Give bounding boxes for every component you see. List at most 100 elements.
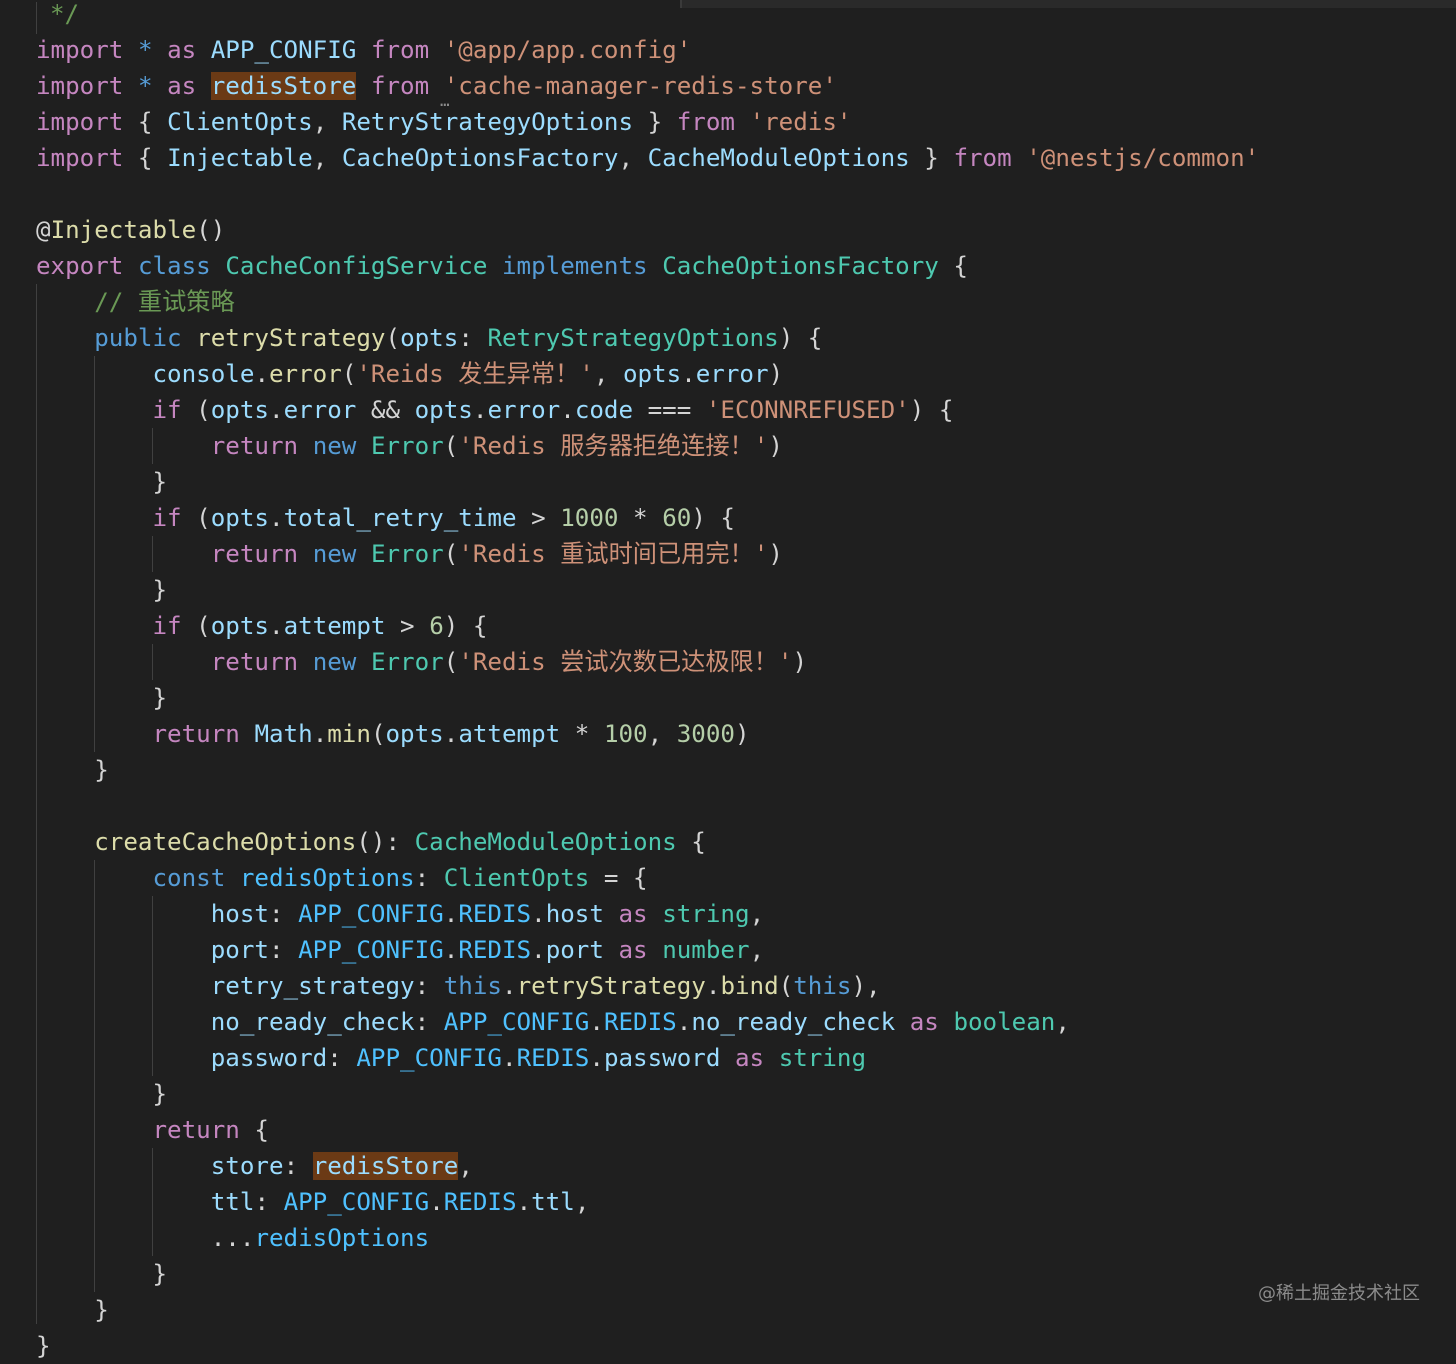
code-token: : [414, 864, 444, 892]
code-token: } [36, 684, 168, 712]
code-token: error [695, 360, 769, 388]
code-token: string [662, 900, 750, 928]
code-token: host [210, 900, 269, 928]
code-token: import [36, 144, 124, 172]
code-token: 'Redis 重试时间已用完！' [458, 540, 769, 568]
code-token: : [414, 1008, 444, 1036]
code-token: opts [210, 612, 269, 640]
code-line: ...redisOptions [36, 1220, 429, 1256]
code-token: ) [792, 648, 808, 676]
code-token: . [472, 396, 488, 424]
code-token: } [633, 108, 677, 136]
code-token: CacheModuleOptions [414, 828, 677, 856]
code-token: error [487, 396, 561, 424]
code-token: store [210, 1152, 284, 1180]
code-token: ( [778, 972, 794, 1000]
code-line: if (opts.total_retry_time > 1000 * 60) { [36, 500, 736, 536]
code-token: RetryStrategyOptions [487, 324, 779, 352]
code-token: . [429, 1188, 444, 1216]
code-token: password [210, 1044, 328, 1072]
code-token: : [458, 324, 488, 352]
code-token: 6 [429, 612, 444, 640]
code-token: retryStrategy [516, 972, 706, 1000]
code-token: CacheConfigService [225, 252, 488, 280]
code-token: { [676, 828, 706, 856]
code-token: , [574, 1188, 590, 1216]
code-token: . [443, 936, 459, 964]
code-token: retry_strategy [210, 972, 415, 1000]
code-token: as [735, 1044, 765, 1072]
code-token: , [749, 900, 765, 928]
code-token: no_ready_check [210, 1008, 415, 1036]
code-token: } [36, 468, 168, 496]
code-token: as [618, 936, 648, 964]
code-token: 'Reids 发生异常！' [356, 360, 594, 388]
code-token: ) [768, 540, 783, 568]
code-token: 'cache-manager-redis-store' [443, 72, 837, 100]
code-token: new [312, 432, 357, 460]
code-line: */ [50, 0, 79, 32]
code-token: * [618, 504, 663, 532]
code-token: error [269, 360, 342, 388]
code-line: } [36, 752, 109, 788]
code-token: ) { [778, 324, 823, 352]
code-token: } [36, 756, 109, 784]
code-token: . [312, 720, 328, 748]
code-token: ) [768, 360, 784, 388]
code-line: return new Error('Redis 重试时间已用完！') [36, 536, 783, 572]
code-line: } [36, 1256, 167, 1292]
code-token: bind [720, 972, 779, 1000]
code-line: public retryStrategy(opts: RetryStrategy… [36, 320, 822, 356]
code-editor[interactable]: … */import * as APP_CONFIG from '@app/ap… [0, 0, 1456, 1360]
code-token: , [312, 108, 342, 136]
code-token: export [36, 252, 124, 280]
code-line: if (opts.attempt > 6) { [36, 608, 488, 644]
code-token: REDIS [443, 1188, 517, 1216]
code-token: . [531, 900, 546, 928]
code-token: . [269, 504, 284, 532]
code-token: this [443, 972, 502, 1000]
code-token: . [589, 1044, 604, 1072]
code-token: { [239, 1116, 269, 1144]
code-token: ClientOpts [443, 864, 590, 892]
code-token: . [443, 900, 459, 928]
code-token: , [1055, 1008, 1070, 1036]
code-line: if (opts.error && opts.error.code === 'E… [36, 392, 954, 428]
code-token: port [210, 936, 269, 964]
code-token: APP_CONFIG [356, 1044, 502, 1072]
code-token: opts [210, 396, 269, 424]
code-token: ) { [443, 612, 488, 640]
code-line: export class CacheConfigService implemen… [36, 248, 968, 284]
code-token: opts [414, 396, 473, 424]
code-token: if [152, 612, 182, 640]
code-line: } [36, 1328, 51, 1364]
code-token: return [152, 720, 240, 748]
code-line: } [36, 1292, 109, 1328]
code-token: new [312, 648, 357, 676]
code-token: ( [443, 540, 459, 568]
code-token: ( [341, 360, 357, 388]
code-token: && [356, 396, 415, 424]
code-token: attempt [458, 720, 561, 748]
code-token: { [123, 108, 168, 136]
code-line: // 重试策略 [36, 284, 234, 320]
code-line: password: APP_CONFIG.REDIS.password as s… [36, 1040, 866, 1076]
code-token: '@nestjs/common' [1026, 144, 1260, 172]
code-token: ) { [909, 396, 954, 424]
